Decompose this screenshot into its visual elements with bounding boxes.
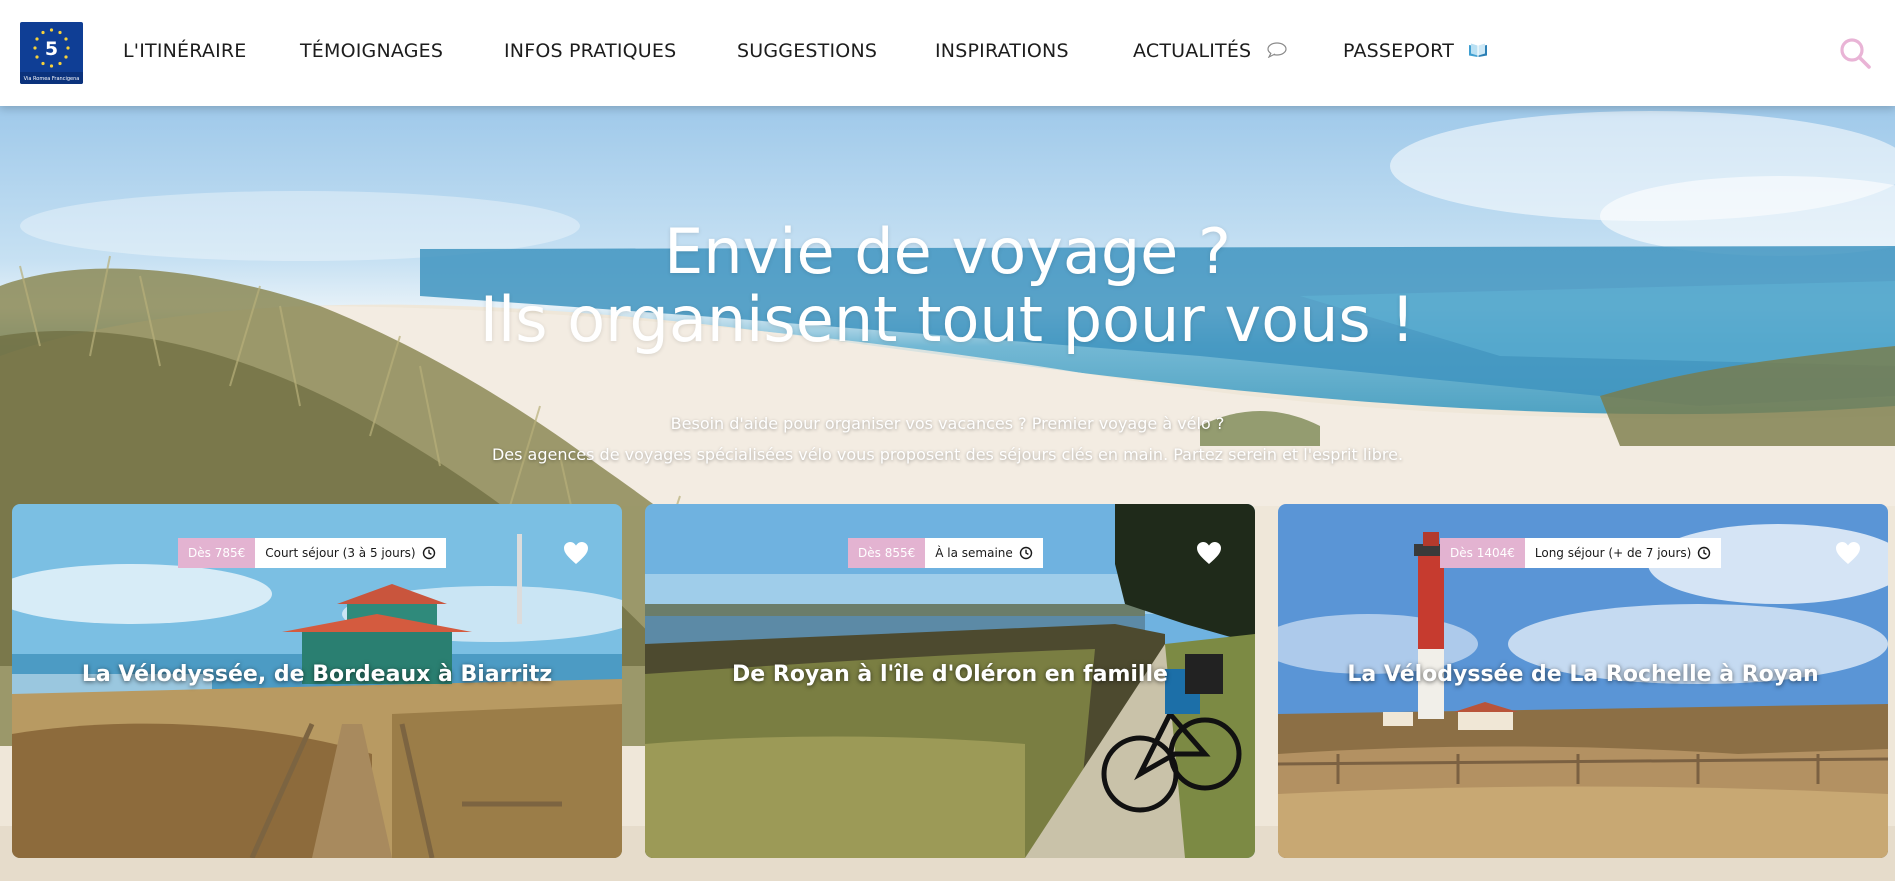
speech-bubble-icon xyxy=(1266,41,1288,63)
nav-passeport-label: PASSEPORT xyxy=(1343,40,1455,62)
open-book-icon xyxy=(1468,41,1488,63)
hero-subtitle: Besoin d'aide pour organiser vos vacance… xyxy=(0,408,1895,470)
card-title: De Royan à l'île d'Oléron en famille xyxy=(732,662,1168,687)
nav-actualites-label: ACTUALITÉS xyxy=(1133,40,1252,62)
duration-label: Long séjour (+ de 7 jours) xyxy=(1534,546,1692,560)
price-badge: Dès 1404€ xyxy=(1440,538,1525,568)
hero-title: Envie de voyage ? Ils organisent tout po… xyxy=(0,218,1895,354)
site-logo[interactable]: 5 Via Romea Francigena xyxy=(20,22,83,84)
duration-badge: À la semaine xyxy=(925,538,1043,568)
nav-itineraire[interactable]: L'ITINÉRAIRE xyxy=(123,40,246,62)
duration-label: À la semaine xyxy=(935,546,1013,560)
nav-inspirations[interactable]: INSPIRATIONS xyxy=(935,40,1069,62)
clock-icon xyxy=(1019,546,1032,560)
nav-infos-pratiques[interactable]: INFOS PRATIQUES xyxy=(504,40,676,62)
heart-icon[interactable] xyxy=(1195,540,1223,566)
price-badge: Dès 855€ xyxy=(848,538,926,568)
nav-suggestions[interactable]: SUGGESTIONS xyxy=(737,40,877,62)
trip-card-bordeaux-biarritz[interactable]: Dès 785€ Court séjour (3 à 5 jours) La V… xyxy=(12,504,622,858)
nav-passeport[interactable]: PASSEPORT xyxy=(1343,40,1488,63)
card-badges: Dès 855€ À la semaine xyxy=(848,538,1043,568)
hero-subtitle-line-2: Des agences de voyages spécialisées vélo… xyxy=(491,445,1404,464)
logo-caption: Via Romea Francigena xyxy=(23,76,80,82)
heart-icon[interactable] xyxy=(562,540,590,566)
card-badges: Dès 1404€ Long séjour (+ de 7 jours) xyxy=(1440,538,1722,568)
card-badges: Dès 785€ Court séjour (3 à 5 jours) xyxy=(178,538,446,568)
hero-subtitle-line-1: Besoin d'aide pour organiser vos vacance… xyxy=(670,414,1225,433)
search-icon[interactable] xyxy=(1838,36,1872,70)
clock-icon xyxy=(422,546,435,560)
logo-number: 5 xyxy=(45,38,58,60)
clock-icon xyxy=(1698,546,1711,560)
hero-title-line-2: Ils organisent tout pour vous ! xyxy=(479,283,1416,356)
nav-temoignages[interactable]: TÉMOIGNAGES xyxy=(300,40,443,62)
hero-title-line-1: Envie de voyage ? xyxy=(664,215,1231,288)
trip-card-la-rochelle-royan[interactable]: Dès 1404€ Long séjour (+ de 7 jours) La … xyxy=(1278,504,1888,858)
duration-badge: Long séjour (+ de 7 jours) xyxy=(1524,538,1722,568)
duration-badge: Court séjour (3 à 5 jours) xyxy=(255,538,446,568)
card-title: La Vélodyssée de La Rochelle à Royan xyxy=(1347,662,1819,687)
duration-label: Court séjour (3 à 5 jours) xyxy=(265,546,416,560)
price-badge: Dès 785€ xyxy=(178,538,256,568)
nav-actualites[interactable]: ACTUALITÉS xyxy=(1133,40,1288,63)
card-title: La Vélodyssée, de Bordeaux à Biarritz xyxy=(81,662,553,687)
site-header: 5 Via Romea Francigena L'ITINÉRAIRE TÉMO… xyxy=(0,0,1895,106)
trip-card-royan-oleron[interactable]: Dès 855€ À la semaine De Royan à l'île d… xyxy=(645,504,1255,858)
heart-icon[interactable] xyxy=(1834,540,1862,566)
